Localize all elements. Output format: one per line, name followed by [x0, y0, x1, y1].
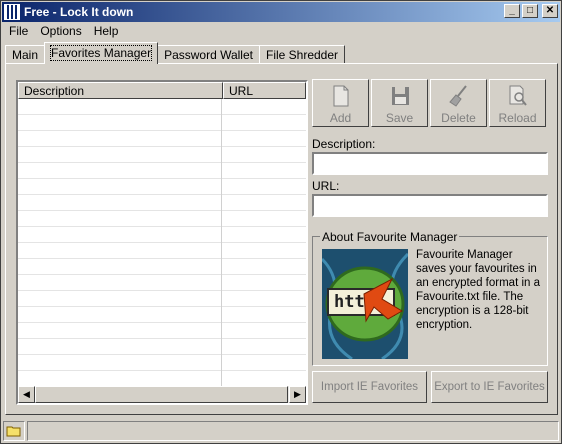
toolbar: Add Save Delete Reload — [312, 79, 546, 127]
window-controls: _ □ ✕ — [504, 4, 558, 18]
tab-main[interactable]: Main — [5, 45, 46, 64]
url-field[interactable] — [312, 194, 548, 217]
column-divider — [221, 99, 222, 388]
tab-file-shredder-label: File Shredder — [265, 48, 339, 62]
minimize-button[interactable]: _ — [504, 4, 520, 18]
menu-file[interactable]: File — [3, 23, 34, 41]
export-ie-favorites-button[interactable]: Export to IE Favorites — [431, 371, 548, 403]
about-description: Favourite Manager saves your favourites … — [416, 249, 541, 331]
favorites-list[interactable]: Description URL ◀ ▶ — [16, 80, 308, 405]
maximize-button[interactable]: □ — [522, 4, 538, 18]
tab-strip: Main Favorites Manager Password Wallet F… — [5, 42, 346, 64]
column-header-description[interactable]: Description — [18, 82, 223, 99]
window-title: Free - Lock It down — [24, 5, 134, 19]
tab-main-label: Main — [12, 48, 39, 62]
about-group-title: About Favourite Manager — [320, 230, 460, 244]
magnifier-document-icon — [509, 85, 527, 106]
folder-icon — [6, 426, 21, 437]
scroll-right-icon[interactable]: ▶ — [289, 386, 306, 403]
illustration-text: htt — [334, 292, 365, 312]
close-button[interactable]: ✕ — [542, 4, 558, 18]
status-text-cell — [27, 421, 559, 441]
title-bar[interactable]: Free - Lock It down _ □ ✕ — [2, 2, 560, 22]
tab-favorites-manager-label: Favorites Manager — [50, 45, 153, 61]
app-icon — [4, 4, 20, 20]
broom-icon — [448, 85, 467, 107]
list-body[interactable] — [18, 99, 306, 388]
menu-help[interactable]: Help — [88, 23, 125, 41]
horizontal-scrollbar[interactable]: ◀ ▶ — [18, 386, 306, 403]
tab-file-shredder[interactable]: File Shredder — [258, 45, 346, 64]
delete-button[interactable]: Delete — [430, 79, 487, 127]
scroll-left-icon[interactable]: ◀ — [18, 386, 35, 403]
reload-button-label: Reload — [498, 111, 537, 125]
list-header: Description URL — [18, 82, 306, 99]
add-button-label: Add — [329, 111, 352, 125]
tab-password-wallet[interactable]: Password Wallet — [157, 45, 260, 64]
delete-button-label: Delete — [441, 111, 476, 125]
favourites-illustration: htt — [320, 249, 410, 361]
status-folder-cell — [3, 421, 25, 441]
reload-button[interactable]: Reload — [489, 79, 546, 127]
tab-favorites-manager[interactable]: Favorites Manager — [44, 42, 159, 64]
add-button[interactable]: Add — [312, 79, 369, 127]
import-ie-favorites-button[interactable]: Import IE Favorites — [312, 371, 427, 403]
status-bar — [3, 421, 559, 441]
scroll-thumb[interactable] — [35, 386, 288, 403]
url-label: URL: — [312, 179, 340, 193]
document-icon — [333, 85, 348, 107]
tab-password-wallet-label: Password Wallet — [164, 48, 253, 62]
save-button-label: Save — [385, 111, 414, 125]
menu-bar: File Options Help — [3, 23, 124, 41]
app-window: Free - Lock It down _ □ ✕ File Options H… — [0, 0, 562, 444]
save-button[interactable]: Save — [371, 79, 428, 127]
column-header-url[interactable]: URL — [223, 82, 306, 99]
menu-options[interactable]: Options — [34, 23, 87, 41]
favorites-panel: Description URL ◀ ▶ Add Save Delete Relo… — [5, 63, 558, 415]
description-field[interactable] — [312, 152, 548, 175]
description-label: Description: — [312, 137, 376, 151]
floppy-disk-icon — [391, 87, 409, 105]
